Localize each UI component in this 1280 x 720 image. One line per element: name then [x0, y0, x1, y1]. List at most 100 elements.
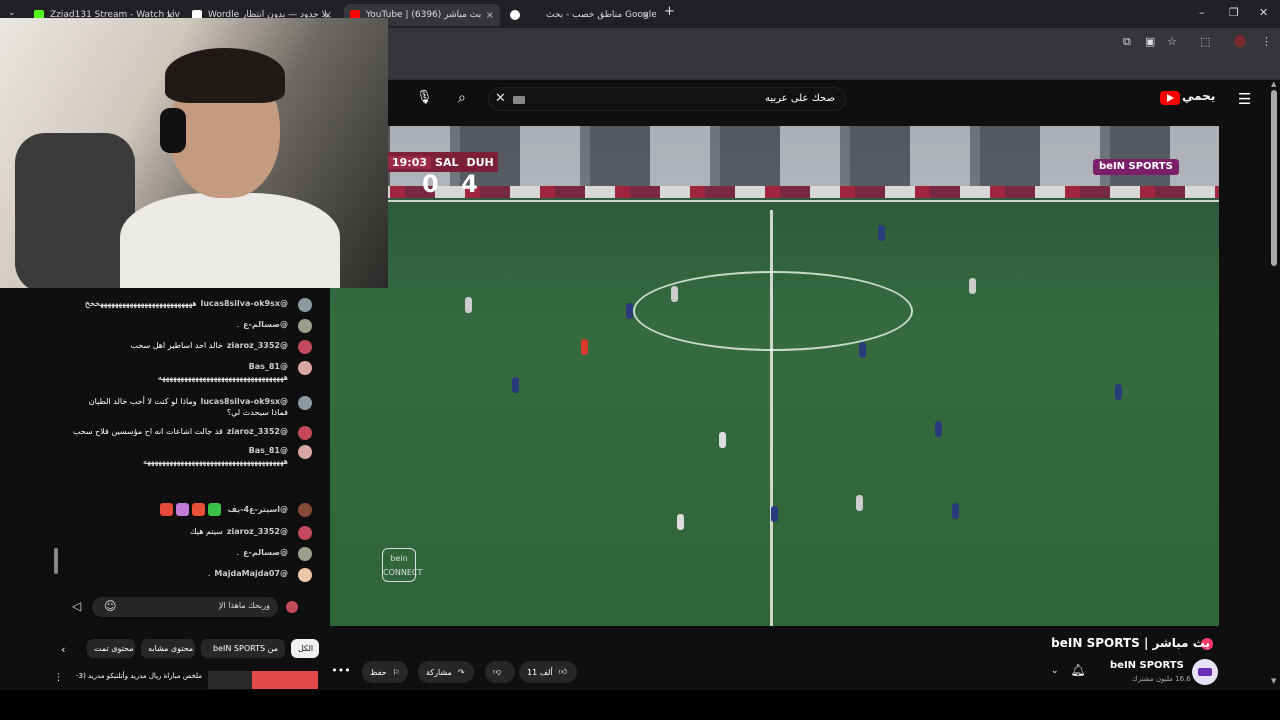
profile-avatar[interactable] — [1234, 35, 1246, 47]
share-label: مشاركة — [426, 667, 452, 677]
chat-message-input[interactable]: وربحك ماهذا الإ — [92, 597, 278, 617]
chat-text: قد جالت اشاعات انه اح مؤسسين فلاح سحب — [72, 427, 223, 436]
gaming-chair — [15, 133, 135, 288]
video-player[interactable]: 19:03 SAL DUH 0 4 beIN SPORTS bein CONNE… — [330, 126, 1219, 626]
new-tab-button[interactable]: + — [664, 4, 675, 19]
chevron-down-icon[interactable]: ⌄ — [1051, 666, 1059, 676]
scroll-up-icon[interactable]: ▲ — [1271, 80, 1276, 88]
channel-name[interactable]: beIN SPORTS — [1110, 660, 1184, 671]
footballer — [719, 432, 726, 448]
chat-author[interactable]: @ziaroz_3352 — [227, 527, 288, 536]
chat-author[interactable]: @Bas_81 — [249, 446, 288, 455]
send-icon[interactable]: ◁ — [72, 599, 81, 613]
youtube-logo-icon[interactable] — [1160, 91, 1180, 105]
keyboard-icon[interactable] — [513, 96, 525, 104]
tab-search-icon[interactable]: ⌄ — [8, 8, 16, 18]
avatar — [298, 445, 312, 459]
avatar — [298, 319, 312, 333]
chat-message: @lucas8silva-ok9sx هههههههههههههههههههههه… — [50, 298, 318, 312]
footballer — [512, 377, 519, 393]
page-scrollbar[interactable] — [1271, 90, 1277, 266]
chat-author[interactable]: @lucas8silva-ok9sx — [201, 397, 288, 406]
chat-message: @Bas_81 ههههههههههههههههههههههههههههههههه… — [50, 361, 318, 383]
chat-author[interactable]: @اسيتر-ع4-يف — [228, 505, 288, 514]
search-input[interactable]: ✕ صحك على عربيه — [488, 87, 846, 111]
browser-menu-icon[interactable]: ⋮ — [1261, 35, 1272, 48]
emoji-icon[interactable]: ☺ — [104, 599, 117, 613]
chat-message: @اسيتر-ع4-يف — [50, 503, 318, 517]
chat-text: . — [236, 320, 240, 329]
translate-icon[interactable]: ⧉ — [1123, 35, 1131, 49]
chat-scrollbar[interactable] — [54, 548, 58, 574]
referee — [581, 339, 588, 355]
chat-message: @ziaroz_3352 سيتم هيك — [50, 526, 318, 540]
chat-author[interactable]: @MajdaMajda07 — [214, 569, 288, 578]
related-video-title[interactable]: ملخص مباراة ريال مدريد وأتلتيكو مدريد (3… — [68, 672, 202, 680]
chevron-left-icon[interactable]: ‹ — [61, 643, 65, 656]
bein-connect-badge: bein CONNECT — [382, 548, 422, 582]
screen: ⌄ Zziad131 Stream - Watch Live o × Wordl… — [0, 0, 1280, 720]
scoreboard: 19:03 SAL DUH — [388, 152, 498, 172]
chip-from-channel[interactable]: من beIN SPORTS — [201, 639, 285, 658]
chat-author[interactable]: @صسالم-ع — [243, 320, 288, 329]
chat-input-value: وربحك ماهذا الإ — [218, 601, 270, 610]
more-options-icon[interactable]: ⋮ — [54, 673, 63, 683]
avatar — [298, 503, 312, 517]
chat-text: . — [207, 569, 211, 578]
share-button[interactable]: مشاركة ↷ — [418, 661, 474, 683]
chat-author[interactable]: @ziaroz_3352 — [227, 427, 288, 436]
minimize-button[interactable]: – — [1199, 6, 1205, 19]
emoji-icon — [191, 503, 205, 516]
thumbs-up-icon: 👍︎ — [558, 667, 568, 676]
away-team: DUH — [466, 155, 494, 169]
emoji-icon — [207, 503, 221, 516]
chat-message: @Bas_81 ههههههههههههههههههههههههههههههههه… — [50, 445, 318, 467]
dislike-button[interactable]: 👎︎ — [485, 661, 515, 683]
voice-search-mic-icon[interactable]: 🎙︎ — [416, 90, 433, 106]
footballer — [952, 503, 959, 519]
save-button[interactable]: حفظ ⚐ — [362, 661, 408, 683]
chip-all[interactable]: الكل — [291, 639, 319, 658]
avatar — [298, 568, 312, 582]
footballer — [626, 303, 633, 319]
like-count: 11 ألف — [527, 667, 553, 677]
search-icon[interactable]: ⌕ — [458, 90, 466, 106]
extensions-icon[interactable]: ⬚ — [1200, 35, 1210, 48]
tab-google[interactable]: مناطق خصب - بحث Google × — [504, 4, 656, 26]
cast-icon[interactable]: ▣ — [1145, 35, 1155, 48]
maximize-button[interactable]: ❐ — [1229, 6, 1239, 19]
more-actions-button[interactable]: ••• — [331, 664, 351, 680]
related-video-thumbnail[interactable] — [208, 671, 318, 689]
search-value: صحك على عربيه — [765, 93, 835, 104]
chat-author[interactable]: @ziaroz_3352 — [227, 341, 288, 350]
chat-message: @lucas8silva-ok9sxوماذا لو كنت لا أحب خا… — [50, 396, 318, 418]
scroll-down-icon[interactable]: ▼ — [1271, 677, 1276, 685]
notification-bell-icon[interactable]: 🔔︎ — [1067, 663, 1089, 683]
like-button[interactable]: 11 ألف 👍︎ — [519, 661, 577, 683]
footballer — [935, 421, 942, 437]
close-icon[interactable]: × — [486, 10, 494, 21]
bookmark-star-icon[interactable]: ☆ — [1167, 35, 1177, 48]
avatar — [298, 396, 312, 410]
close-icon[interactable]: × — [642, 10, 650, 21]
chat-author[interactable]: @صسالم-ع — [243, 548, 288, 557]
channel-avatar[interactable] — [1192, 659, 1218, 685]
footballer — [1115, 384, 1122, 400]
avatar — [298, 547, 312, 561]
chat-text: ههههههههههههههههههههههههههخخخ — [84, 299, 197, 308]
live-chat[interactable]: @lucas8silva-ok9sx هههههههههههههههههههههه… — [50, 288, 318, 628]
tab-title: مناطق خصب - بحث Google — [546, 10, 656, 20]
bookmark-icon: ⚐ — [392, 667, 400, 677]
save-label: حفظ — [370, 667, 387, 677]
chat-author[interactable]: @lucas8silva-ok9sx — [201, 299, 288, 308]
thumbs-down-icon: 👎︎ — [493, 667, 502, 676]
menu-hamburger-icon[interactable]: ☰ — [1238, 90, 1251, 108]
google-icon — [510, 10, 520, 20]
clear-search-icon[interactable]: ✕ — [495, 91, 506, 106]
youtube-logo-text[interactable]: يحمي — [1182, 89, 1215, 103]
close-window-button[interactable]: ✕ — [1259, 6, 1268, 19]
chat-author[interactable]: @Bas_81 — [249, 362, 288, 371]
chat-message: @صسالم-ع. — [50, 319, 318, 333]
chip-related-3[interactable]: محتوى تمت — [87, 639, 135, 658]
chip-similar[interactable]: محتوى مشابه — [141, 639, 195, 658]
